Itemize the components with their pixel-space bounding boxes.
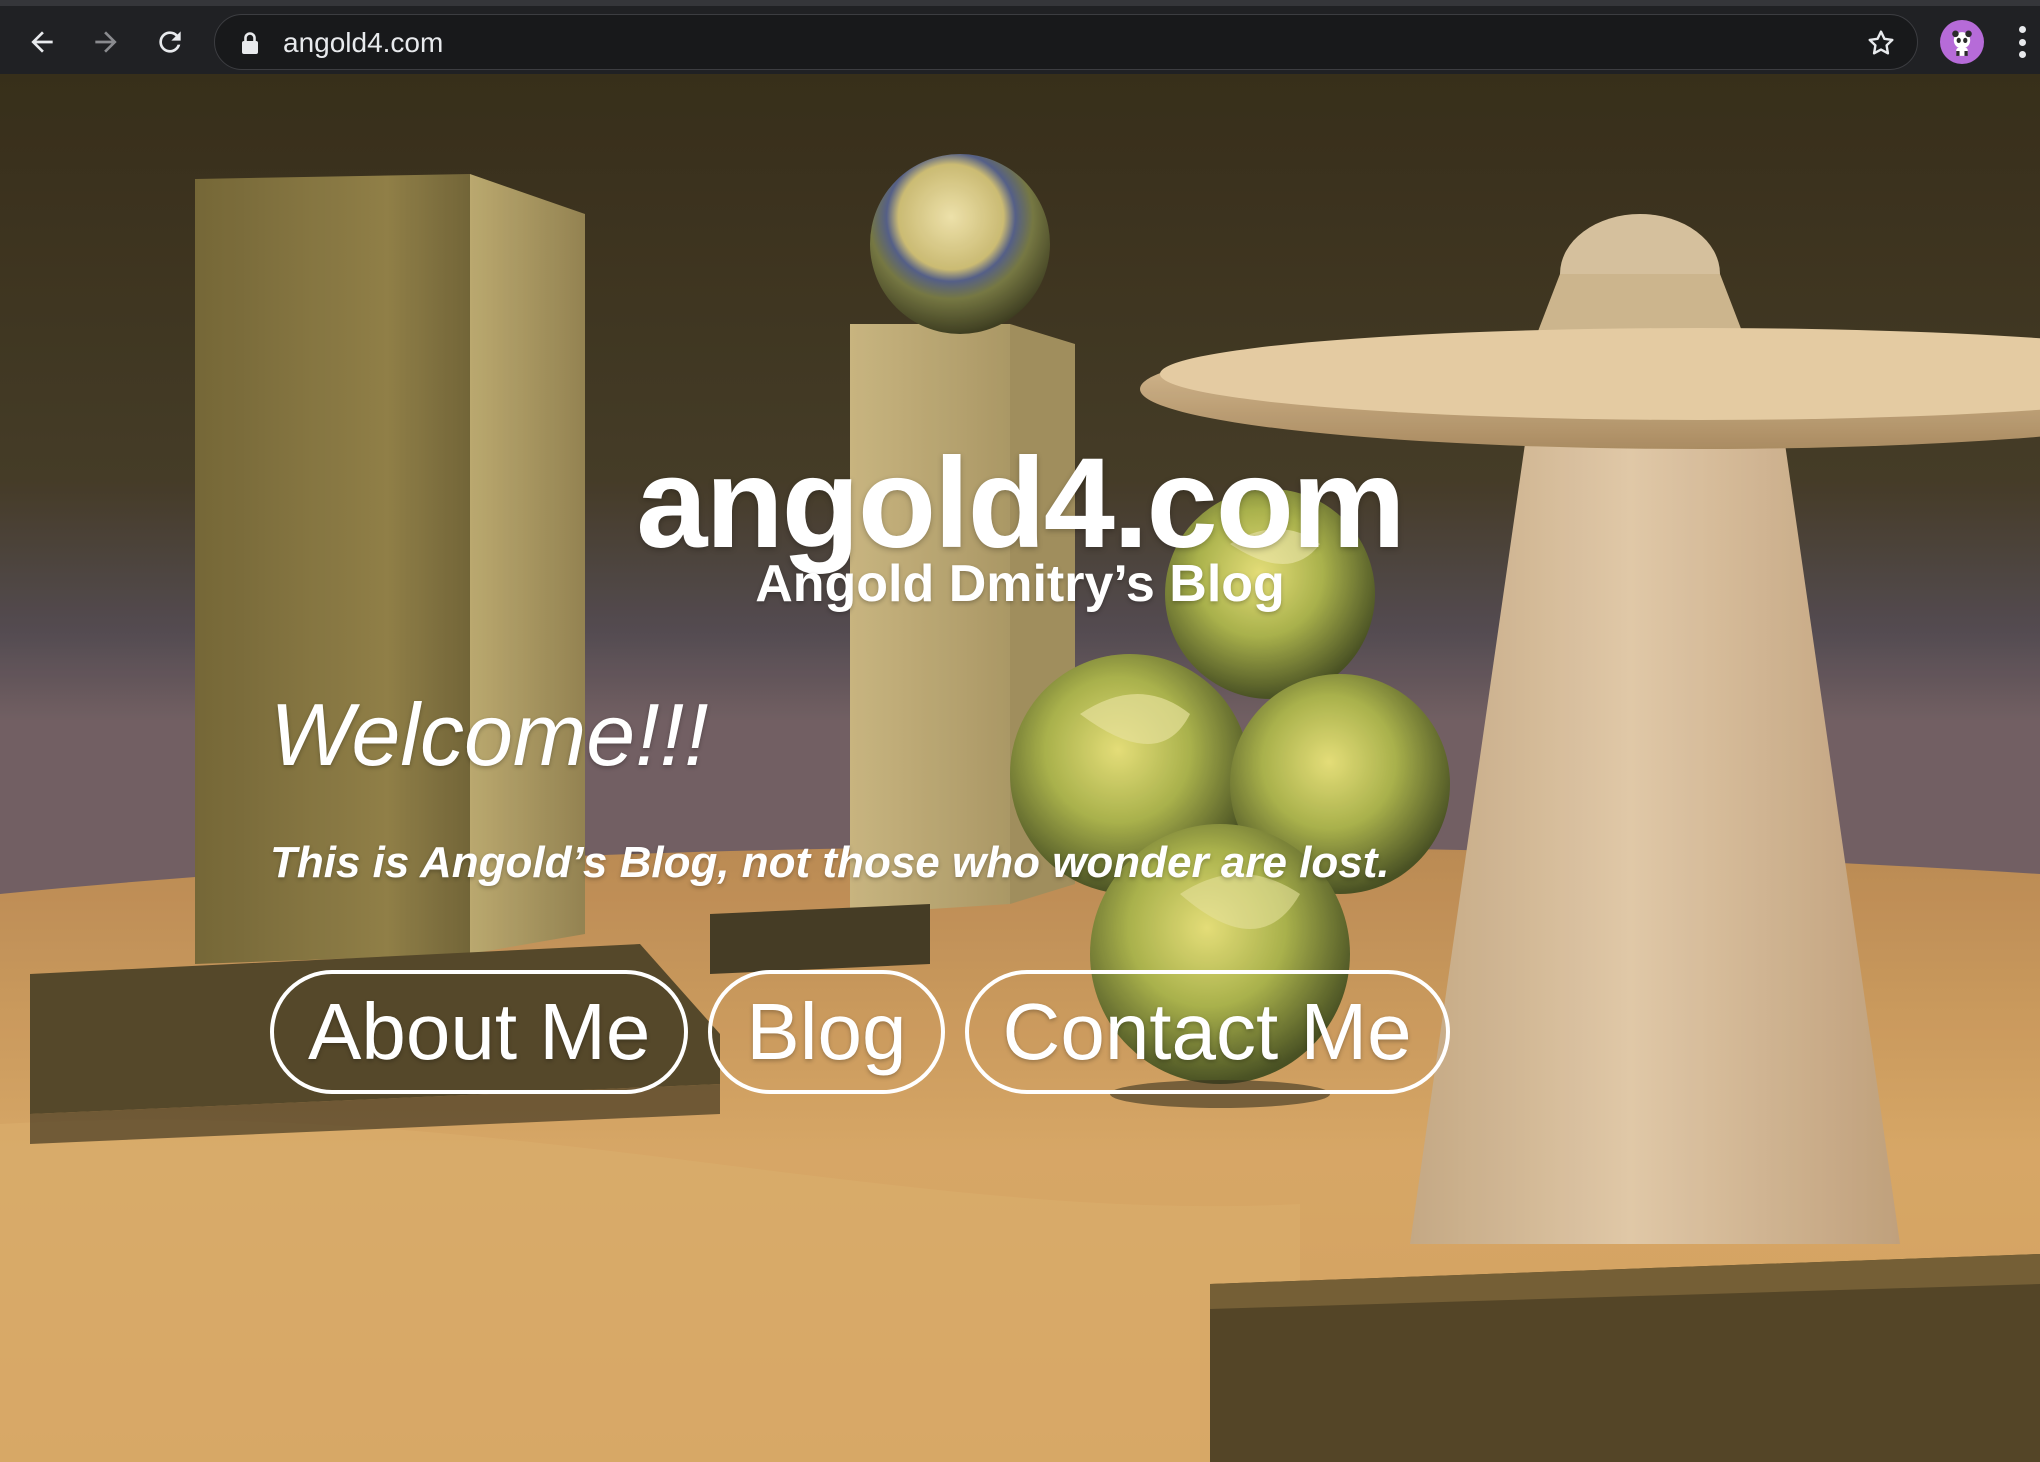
forward-button[interactable] bbox=[84, 20, 128, 64]
reload-button[interactable] bbox=[148, 20, 192, 64]
tagline: This is Angold’s Blog, not those who won… bbox=[270, 838, 1390, 887]
panda-avatar-icon bbox=[1952, 30, 1972, 56]
arrow-left-icon bbox=[31, 31, 53, 53]
nav-links: About Me Blog Contact Me bbox=[270, 970, 1450, 1094]
address-bar[interactable]: angold4.com bbox=[214, 14, 1918, 70]
star-icon[interactable] bbox=[1865, 27, 1897, 59]
lock-icon[interactable] bbox=[239, 31, 261, 55]
about-me-button[interactable]: About Me bbox=[270, 970, 689, 1094]
blog-button[interactable]: Blog bbox=[708, 970, 945, 1094]
arrow-right-icon bbox=[95, 31, 117, 53]
avatar[interactable] bbox=[1940, 20, 1984, 64]
url-text[interactable]: angold4.com bbox=[283, 15, 443, 71]
site-subtitle: Angold Dmitry’s Blog bbox=[755, 555, 1285, 613]
contact-me-button[interactable]: Contact Me bbox=[964, 970, 1450, 1094]
reload-icon bbox=[159, 31, 181, 53]
page-viewport: angold4.com Angold Dmitry’s Blog Welcome… bbox=[0, 74, 2040, 1462]
browser-toolbar: angold4.com bbox=[0, 0, 2040, 74]
welcome-heading: Welcome!!! bbox=[270, 685, 709, 784]
kebab-menu-icon[interactable] bbox=[2010, 22, 2034, 62]
back-button[interactable] bbox=[20, 20, 64, 64]
